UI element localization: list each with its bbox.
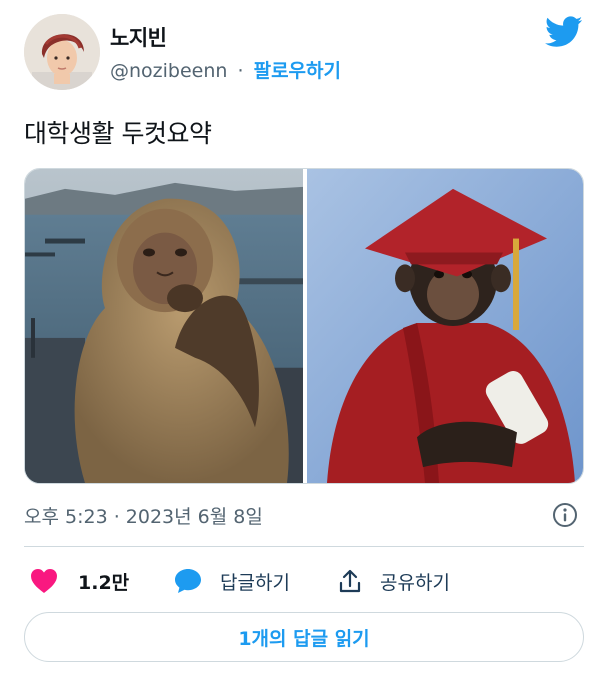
photo-monkey-thinking[interactable] bbox=[25, 169, 303, 483]
separator-dot: · bbox=[237, 60, 244, 82]
follow-button[interactable]: 팔로우하기 bbox=[254, 60, 341, 82]
tweet-text: 대학생활 두컷요약 bbox=[24, 119, 212, 148]
share-label: 공유하기 bbox=[380, 571, 450, 594]
share-icon bbox=[339, 569, 361, 593]
reply-button[interactable]: 답글하기 bbox=[174, 566, 290, 596]
display-name[interactable]: 노지빈 bbox=[110, 22, 167, 52]
media-grid bbox=[24, 168, 584, 484]
read-replies-label: 1개의 답글 읽기 bbox=[238, 627, 370, 650]
like-count: 1.2만 bbox=[78, 571, 130, 594]
share-button[interactable]: 공유하기 bbox=[338, 566, 450, 596]
twitter-bird-icon[interactable] bbox=[545, 16, 583, 48]
heart-icon bbox=[31, 569, 57, 593]
handle-row: @nozibeenn · 팔로우하기 bbox=[110, 56, 341, 83]
user-handle[interactable]: @nozibeenn bbox=[110, 60, 227, 82]
tweet-card: 노지빈 @nozibeenn · 팔로우하기 대학생활 두컷요약 오후 5:23… bbox=[0, 0, 600, 682]
read-replies-button[interactable]: 1개의 답글 읽기 bbox=[24, 612, 584, 662]
photo-chimp-graduate[interactable] bbox=[307, 169, 583, 483]
reply-label: 답글하기 bbox=[220, 571, 290, 594]
divider bbox=[24, 546, 584, 547]
timestamp[interactable]: 오후 5:23 · 2023년 6월 8일 bbox=[24, 502, 263, 529]
avatar[interactable] bbox=[24, 14, 100, 90]
avatar-image bbox=[24, 14, 100, 90]
reply-bubble-icon bbox=[175, 569, 201, 593]
info-icon[interactable] bbox=[551, 501, 579, 529]
like-button[interactable]: 1.2만 bbox=[30, 566, 129, 596]
